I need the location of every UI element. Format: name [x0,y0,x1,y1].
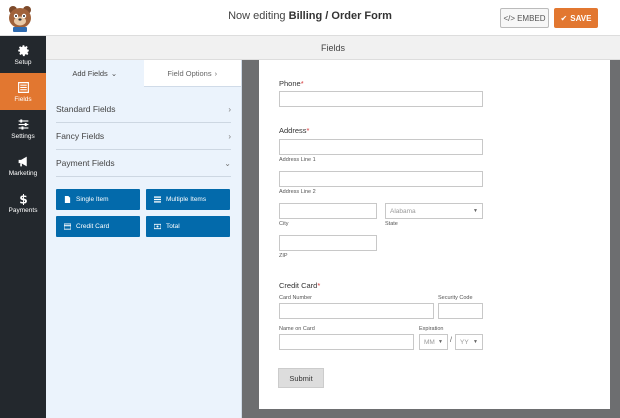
sliders-icon [18,118,28,130]
state-label: State [385,221,398,227]
credit-card-button[interactable]: Credit Card [56,216,140,237]
chevron-right-icon: › [228,104,231,114]
gear-icon [17,44,29,56]
security-code-label: Security Code [438,295,473,301]
expiration-label: Expiration [419,326,444,332]
address-label-text: Address [279,126,307,135]
phone-label: Phone* [279,79,304,88]
expiration-separator: / [450,337,452,344]
expiration-month-select[interactable]: MM ▼ [419,334,448,350]
editing-prefix: Now editing [228,10,286,22]
multiple-items-button[interactable]: Multiple Items [146,189,230,210]
address-line1-label: Address Line 1 [279,157,316,163]
nav-label-setup: Setup [14,58,32,66]
zip-input[interactable] [279,235,377,251]
section-label: Fancy Fields [56,131,105,141]
required-mark: * [300,79,304,88]
section-label: Standard Fields [56,104,116,114]
nav-label-marketing: Marketing [8,169,38,177]
credit-card-icon [64,223,71,230]
chevron-down-icon: ⌄ [224,158,231,168]
total-label: Total [166,223,180,230]
nav-label-payments: Payments [8,206,38,214]
panel-tabs: Add Fields ⌄ Field Options › [46,60,241,87]
chevron-right-icon: › [228,131,231,141]
address-label: Address* [279,126,309,135]
save-button[interactable]: ✔ SAVE [554,8,598,28]
section-standard-fields[interactable]: Standard Fields › [56,96,231,123]
city-input[interactable] [279,203,377,219]
fields-panel: Add Fields ⌄ Field Options › Standard Fi… [46,60,242,418]
caret-down-icon: ▼ [438,339,443,345]
tab-add-fields[interactable]: Add Fields ⌄ [46,60,144,87]
list-icon [154,196,161,203]
nav-item-marketing[interactable]: Marketing [0,147,46,184]
embed-button[interactable]: </> EMBED [500,8,549,28]
caret-down-icon: ▼ [473,339,478,345]
single-item-label: Single Item [76,196,109,203]
tab-field-options[interactable]: Field Options › [143,60,241,87]
year-placeholder: YY [460,338,469,346]
fields-bar-title: Fields [320,43,345,53]
caret-down-icon: ▼ [473,208,478,214]
security-code-input[interactable] [438,303,483,319]
phone-input[interactable] [279,91,483,107]
credit-card-label: Credit Card [76,223,110,230]
file-icon [64,196,71,203]
single-item-button[interactable]: Single Item [56,189,140,210]
submit-button[interactable]: Submit [278,368,324,388]
tab-add-fields-label: Add Fields [72,69,108,78]
left-nav: Setup Fields Settings Marketing $ Paymen… [0,36,46,418]
card-number-label: Card Number [279,295,313,301]
code-icon: </> [503,13,516,23]
fields-icon [17,81,29,93]
money-icon [154,223,161,230]
credit-card-field-label: Credit Card* [279,281,320,290]
megaphone-icon [18,156,27,166]
nav-label-fields: Fields [14,95,32,103]
form-name: Billing / Order Form [288,10,392,22]
submit-label: Submit [289,373,313,383]
chevron-down-icon: ⌄ [110,69,118,78]
state-select[interactable]: Alabama ▼ [385,203,483,219]
nav-item-payments[interactable]: $ Payments [0,184,46,221]
nav-item-setup[interactable]: Setup [0,36,46,73]
city-label: City [279,221,289,227]
tab-field-options-label: Field Options [167,68,212,78]
name-on-card-label: Name on Card [279,326,315,332]
address-line1-input[interactable] [279,139,483,155]
chevron-right-icon: › [214,68,218,78]
section-label: Payment Fields [56,158,115,168]
month-placeholder: MM [424,338,435,346]
credit-card-label-text: Credit Card [279,281,318,290]
nav-item-settings[interactable]: Settings [0,110,46,147]
address-line2-input[interactable] [279,171,483,187]
top-bar: Now editing Billing / Order Form </> EMB… [0,0,620,36]
fields-bar: Fields [46,36,620,60]
dollar-icon: $ [19,192,27,205]
phone-label-text: Phone [279,79,301,88]
save-label: SAVE [570,13,592,23]
state-value: Alabama [390,207,416,215]
zip-label: ZIP [279,253,288,259]
section-payment-fields[interactable]: Payment Fields ⌄ [56,150,231,177]
expiration-year-select[interactable]: YY ▼ [455,334,483,350]
nav-item-fields[interactable]: Fields [0,73,46,110]
total-button[interactable]: Total [146,216,230,237]
card-number-input[interactable] [279,303,434,319]
nav-label-settings: Settings [11,132,35,140]
address-line2-label: Address Line 2 [279,189,316,195]
name-on-card-input[interactable] [279,334,414,350]
embed-label: EMBED [517,13,546,23]
check-icon: ✔ [560,13,568,23]
payment-field-buttons: Single Item Multiple Items Credit Card T… [56,189,241,237]
required-mark: * [317,281,321,290]
required-mark: * [306,126,310,135]
section-fancy-fields[interactable]: Fancy Fields › [56,123,231,150]
svg-text:$: $ [19,192,27,205]
multiple-items-label: Multiple Items [166,196,207,203]
